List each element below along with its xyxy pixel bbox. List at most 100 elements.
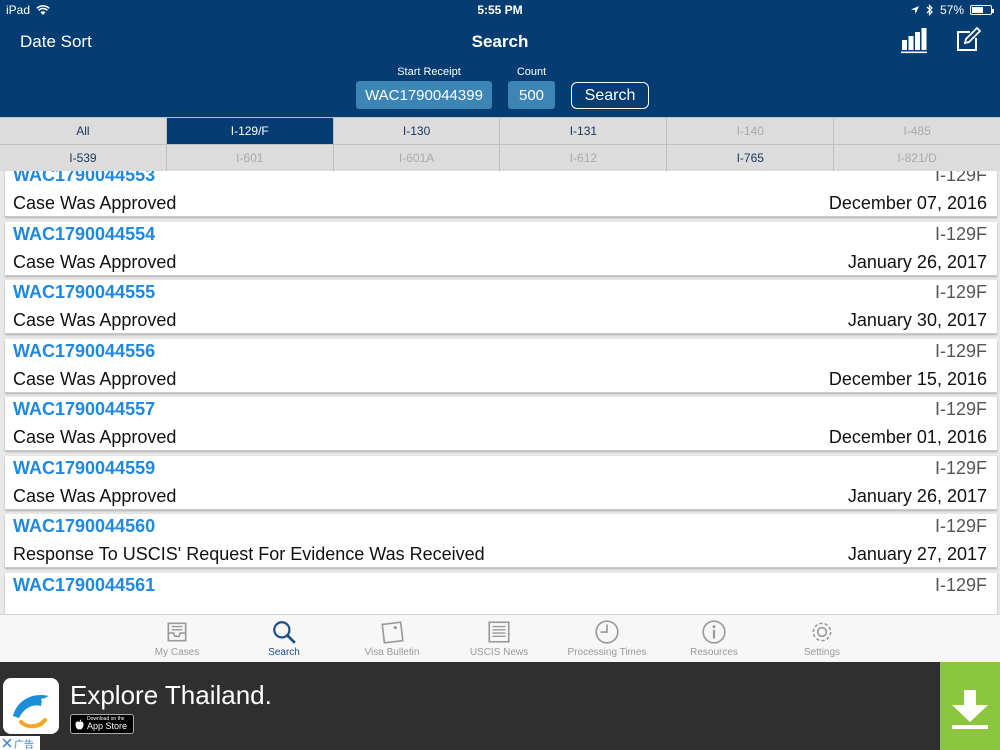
tab-all[interactable]: All xyxy=(0,118,166,144)
tabbar-item-processing-times[interactable]: Processing Times xyxy=(562,617,652,661)
case-status: Response To USCIS' Request For Evidence … xyxy=(13,544,485,564)
case-date: January 27, 2017 xyxy=(847,544,987,564)
case-date: January 26, 2017 xyxy=(847,485,987,506)
tab-i-601[interactable]: I-601 xyxy=(166,145,333,171)
case-date: December 01, 2016 xyxy=(828,427,987,447)
tabbar-item-search[interactable]: Search xyxy=(239,617,329,661)
compose-icon[interactable] xyxy=(954,26,982,54)
tab-i-821-d[interactable]: I-821/D xyxy=(834,145,1000,171)
case-row[interactable]: WAC1790044553 I-129F Case Was Approved Dece… xyxy=(5,171,997,217)
case-row[interactable]: WAC1790044560 I-129F Response To USCIS' Re… xyxy=(5,514,997,568)
case-form-type: I-129F xyxy=(934,282,987,302)
tab-i-131[interactable]: I-131 xyxy=(500,118,667,144)
tab-i-601a[interactable]: I-601A xyxy=(333,145,500,171)
case-date: December 07, 2016 xyxy=(828,193,987,213)
gear-icon xyxy=(812,622,832,642)
case-receipt-number: WAC1790044554 xyxy=(13,223,156,244)
tab-i-539[interactable]: I-539 xyxy=(0,145,166,171)
tab-i-765[interactable]: I-765 xyxy=(667,145,834,171)
case-form-type: I-129F xyxy=(934,574,987,595)
case-date: January 30, 2017 xyxy=(847,310,987,330)
tab-i-612[interactable]: I-612 xyxy=(500,145,667,171)
tab-i-130[interactable]: I-130 xyxy=(333,118,500,144)
news-icon xyxy=(488,621,510,643)
case-form-type: I-129F xyxy=(934,223,987,244)
case-receipt-number: WAC1790044555 xyxy=(13,282,156,302)
form-filter-tabs: All I-129/F I-130 I-131 I-140 I-485 I-539 I-601… xyxy=(0,117,1000,171)
case-receipt-number: WAC1790044553 xyxy=(13,171,156,185)
case-form-type: I-129F xyxy=(934,340,987,361)
case-row[interactable]: WAC1790044554 I-129F Case Was Approved Janu… xyxy=(5,221,997,276)
clock-time: 5:55 PM xyxy=(477,3,523,17)
tab-i-129-f[interactable]: I-129/F xyxy=(166,118,333,144)
bluetooth-icon xyxy=(926,4,933,16)
case-receipt-number: WAC1790044561 xyxy=(13,574,156,595)
case-status: Case Was Approved xyxy=(13,193,177,213)
tabbar-label: Search xyxy=(268,647,300,658)
date-sort-button[interactable]: Date Sort xyxy=(20,32,92,52)
download-arrow-icon xyxy=(952,690,988,729)
magnifier-icon xyxy=(273,621,296,644)
dolphin-logo-icon xyxy=(3,678,59,734)
search-button[interactable]: Search xyxy=(571,82,649,109)
tabbar-label: Resources xyxy=(690,647,738,658)
tab-i-485[interactable]: I-485 xyxy=(834,118,1000,144)
case-date: December 15, 2016 xyxy=(828,368,987,389)
bulletin-icon xyxy=(381,621,404,644)
inbox-icon xyxy=(167,622,187,642)
count-label: Count xyxy=(516,66,547,78)
tabbar-item-my-cases[interactable]: My Cases xyxy=(132,617,222,661)
case-form-type: I-129F xyxy=(934,171,987,185)
tabbar-item-settings[interactable]: Settings xyxy=(777,617,867,661)
case-receipt-number: WAC1790044556 xyxy=(13,340,156,361)
page-title: Search xyxy=(471,32,529,51)
start-receipt-input[interactable]: WAC1790044399 xyxy=(356,81,492,109)
tabbar-item-visa-bulletin[interactable]: Visa Bulletin xyxy=(347,617,437,661)
apple-icon xyxy=(75,718,84,729)
case-row[interactable]: WAC1790044557 I-129F Case Was Approved Dece… xyxy=(5,397,997,451)
case-row[interactable]: WAC1790044561 I-129F xyxy=(5,572,997,614)
nav-bar: Date Sort Search xyxy=(0,22,1000,62)
location-arrow-icon xyxy=(910,6,919,14)
tabbar-label: USCIS News xyxy=(469,647,529,658)
case-status: Case Was Approved xyxy=(13,485,177,506)
ad-banner[interactable]: Explore Thailand. Download on the App St… xyxy=(0,662,1000,750)
case-form-type: I-129F xyxy=(934,516,987,536)
ad-tag-label: 广告 xyxy=(14,739,34,750)
case-form-type: I-129F xyxy=(934,457,987,478)
case-status: Case Was Approved xyxy=(13,368,177,389)
header: iPad 5:55 PM 57% Date Sort Search Start … xyxy=(0,0,1000,117)
app-store-badge[interactable]: Download on the App Store xyxy=(70,714,134,734)
case-row[interactable]: WAC1790044556 I-129F Case Was Approved Dece… xyxy=(5,338,997,393)
search-form: Start Receipt WAC1790044399 Count 500 Se… xyxy=(0,64,1000,114)
case-date: January 26, 2017 xyxy=(847,251,987,272)
case-receipt-number: WAC1790044559 xyxy=(13,457,156,478)
tabbar-item-resources[interactable]: Resources xyxy=(669,617,759,661)
case-receipt-number: WAC1790044557 xyxy=(13,399,156,419)
tabbar-label: Processing Times xyxy=(567,647,647,658)
clock-icon xyxy=(595,620,619,644)
case-list[interactable]: WAC1790044553 I-129F Case Was Approved Dece… xyxy=(0,171,1000,614)
bar-chart-icon[interactable] xyxy=(900,26,928,54)
download-button[interactable] xyxy=(940,662,1000,750)
case-status: Case Was Approved xyxy=(13,310,177,330)
tabbar-label: Visa Bulletin xyxy=(364,647,420,658)
ad-title: Explore Thailand. xyxy=(70,680,272,710)
ad-close-tag[interactable]: 广告 xyxy=(0,736,40,750)
case-row[interactable]: WAC1790044555 I-129F Case Was Approved Janu… xyxy=(5,280,997,334)
tab-i-140[interactable]: I-140 xyxy=(667,118,834,144)
tabbar-item-uscis-news[interactable]: USCIS News xyxy=(454,617,544,661)
count-input[interactable]: 500 xyxy=(508,81,555,109)
case-status: Case Was Approved xyxy=(13,251,177,272)
close-icon[interactable] xyxy=(2,738,12,748)
tabbar-label: Settings xyxy=(803,647,841,658)
battery-icon xyxy=(970,5,994,15)
status-bar: iPad 5:55 PM 57% xyxy=(0,0,1000,20)
case-status: Case Was Approved xyxy=(13,427,177,447)
badge-big-text: App Store xyxy=(87,721,128,731)
start-receipt-label: Start Receipt xyxy=(397,66,461,78)
case-form-type: I-129F xyxy=(934,399,987,419)
case-row[interactable]: WAC1790044559 I-129F Case Was Approved Janu… xyxy=(5,455,997,510)
info-icon xyxy=(702,620,726,644)
tab-bar: My Cases Search Visa Bulletin USCIS News Pro… xyxy=(0,614,1000,662)
